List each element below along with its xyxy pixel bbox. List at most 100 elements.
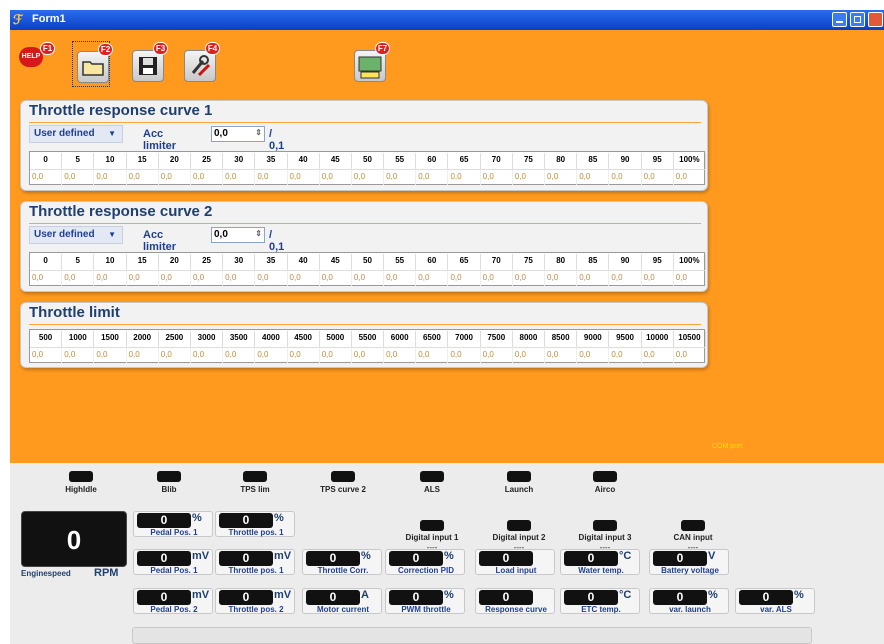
grid-value-cell[interactable]: 0,0 xyxy=(287,270,320,286)
grid-value-cell[interactable]: 0,0 xyxy=(480,169,513,185)
grid-value-cell[interactable]: 0,0 xyxy=(384,347,417,363)
grid-value-cell[interactable]: 0,0 xyxy=(448,347,481,363)
grid-value-cell[interactable]: 0,0 xyxy=(190,169,224,185)
minimize-button[interactable] xyxy=(832,12,847,27)
curve1-title: Throttle response curve 1 xyxy=(29,102,213,119)
grid-value-cell[interactable]: 0,0 xyxy=(94,270,127,286)
grid-value-cell[interactable]: 0,0 xyxy=(287,347,320,363)
grid-value-cell[interactable]: 0,0 xyxy=(641,270,674,286)
grid-value-cell[interactable]: 0,0 xyxy=(384,169,417,185)
com-port-label: COM port xyxy=(712,443,743,450)
led-label: Launch xyxy=(504,485,534,494)
grid-value-cell[interactable]: 0,0 xyxy=(673,347,706,363)
grid-value-cell[interactable]: 0,0 xyxy=(190,270,224,286)
grid-value-cell[interactable]: 0,0 xyxy=(545,270,578,286)
acc-limiter-value: 0,0 xyxy=(214,229,228,240)
close-button[interactable] xyxy=(868,12,883,27)
grid-value-cell[interactable]: 0,0 xyxy=(609,169,642,185)
grid-value-cell[interactable]: 0,0 xyxy=(351,169,385,185)
grid-value-cell[interactable]: 0,0 xyxy=(255,270,288,286)
grid-value-cell[interactable]: 0,0 xyxy=(319,270,352,286)
grid-value-cell[interactable]: 0,0 xyxy=(30,347,63,363)
grid-header-cell: 5000 xyxy=(320,331,352,347)
grid-value-cell[interactable]: 0,0 xyxy=(158,270,191,286)
status-led xyxy=(243,471,267,482)
grid-value-cell[interactable]: 0,0 xyxy=(94,169,127,185)
grid-value-cell[interactable]: 0,0 xyxy=(158,169,191,185)
curve1-mode-dropdown[interactable]: User defined ▼ xyxy=(29,125,123,143)
grid-value-cell[interactable]: 0,0 xyxy=(641,169,674,185)
ecu-button[interactable]: F7 xyxy=(350,41,390,87)
grid-value-cell[interactable]: 0,0 xyxy=(609,270,642,286)
gauge-unit: % xyxy=(274,512,284,524)
grid-value-cell[interactable]: 0,0 xyxy=(351,270,385,286)
grid-value-cell[interactable]: 0,0 xyxy=(545,169,578,185)
grid-value-cell[interactable]: 0,0 xyxy=(480,347,513,363)
grid-value-cell[interactable]: 0,0 xyxy=(545,347,578,363)
grid-value-cell[interactable]: 0,0 xyxy=(641,347,674,363)
gauge-value: 0 xyxy=(653,551,707,566)
grid-value-cell[interactable]: 0,0 xyxy=(512,270,546,286)
acc-limiter-input[interactable]: 0,0 ⇕ xyxy=(211,126,265,142)
grid-value-cell[interactable]: 0,0 xyxy=(223,169,256,185)
grid-value-cell[interactable]: 0,0 xyxy=(30,270,63,286)
help-button[interactable]: HELP F1 xyxy=(15,41,55,87)
grid-value-cell[interactable]: 0,0 xyxy=(448,169,481,185)
grid-value-cell[interactable]: 0,0 xyxy=(577,270,610,286)
grid-value-cell[interactable]: 0,0 xyxy=(62,169,95,185)
grid-value-cell[interactable]: 0,0 xyxy=(287,169,320,185)
spinner-icon[interactable]: ⇕ xyxy=(255,128,262,137)
grid-value-cell[interactable]: 0,0 xyxy=(62,270,95,286)
grid-value-cell[interactable]: 0,0 xyxy=(319,347,352,363)
grid-value-cell[interactable]: 0,0 xyxy=(255,347,288,363)
gauge: 0% Correction PID xyxy=(385,549,465,575)
grid-value-cell[interactable]: 0,0 xyxy=(126,347,159,363)
grid-value-cell[interactable]: 0,0 xyxy=(351,347,385,363)
grid-header-cell: 0 xyxy=(30,153,63,169)
curve2-mode-dropdown[interactable]: User defined ▼ xyxy=(29,226,123,244)
grid-value-cell[interactable]: 0,0 xyxy=(416,347,449,363)
grid-value-cell[interactable]: 0,0 xyxy=(577,169,610,185)
grid-value-cell[interactable]: 0,0 xyxy=(255,169,288,185)
grid-value-cell[interactable]: 0,0 xyxy=(223,270,256,286)
grid-value-cell[interactable]: 0,0 xyxy=(94,347,127,363)
grid-value-cell[interactable]: 0,0 xyxy=(319,169,352,185)
grid-value-cell[interactable]: 0,0 xyxy=(577,347,610,363)
grid-value-cell[interactable]: 0,0 xyxy=(223,347,256,363)
grid-value-cell[interactable]: 0,0 xyxy=(480,270,513,286)
grid-header-cell: 10 xyxy=(94,153,127,169)
grid-value-cell[interactable]: 0,0 xyxy=(126,270,159,286)
gauge: 0 Response curve xyxy=(475,588,555,614)
grid-value-cell[interactable]: 0,0 xyxy=(416,169,449,185)
grid-value-cell[interactable]: 0,0 xyxy=(190,347,224,363)
gauge-value: 0 xyxy=(564,590,618,605)
app-icon: ℱ xyxy=(13,12,24,27)
dropdown-value: User defined xyxy=(34,229,95,240)
grid-value-cell[interactable]: 0,0 xyxy=(673,169,706,185)
grid-header-cell: 100% xyxy=(674,153,706,169)
grid-header-cell: 0 xyxy=(30,254,63,270)
grid-value-cell[interactable]: 0,0 xyxy=(512,169,546,185)
grid-value-cell[interactable]: 0,0 xyxy=(673,270,706,286)
grid-value-cell[interactable]: 0,0 xyxy=(30,169,63,185)
grid-value-cell[interactable]: 0,0 xyxy=(384,270,417,286)
maximize-button[interactable] xyxy=(850,12,865,27)
gauge-label: Throttle pos. 1 xyxy=(228,566,284,575)
grid-value-cell[interactable]: 0,0 xyxy=(609,347,642,363)
spinner-icon[interactable]: ⇕ xyxy=(255,229,262,238)
grid-value-cell[interactable]: 0,0 xyxy=(416,270,449,286)
open-button[interactable]: F2 xyxy=(72,41,113,87)
grid-value-cell[interactable]: 0,0 xyxy=(158,347,191,363)
gauge-label: Pedal Pos. 2 xyxy=(150,605,198,614)
grid-value-cell[interactable]: 0,0 xyxy=(448,270,481,286)
grid-header-cell: 25 xyxy=(191,254,224,270)
acc-limiter-input[interactable]: 0,0 ⇕ xyxy=(211,227,265,243)
grid-value-cell[interactable]: 0,0 xyxy=(512,347,546,363)
settings-button[interactable]: F4 xyxy=(180,41,220,87)
gauge-value: 0 xyxy=(739,590,793,605)
grid-header-cell: 65 xyxy=(448,254,481,270)
gauge-unit: V xyxy=(708,550,716,562)
grid-value-cell[interactable]: 0,0 xyxy=(126,169,159,185)
grid-value-cell[interactable]: 0,0 xyxy=(62,347,95,363)
save-button[interactable]: F3 xyxy=(128,41,168,87)
